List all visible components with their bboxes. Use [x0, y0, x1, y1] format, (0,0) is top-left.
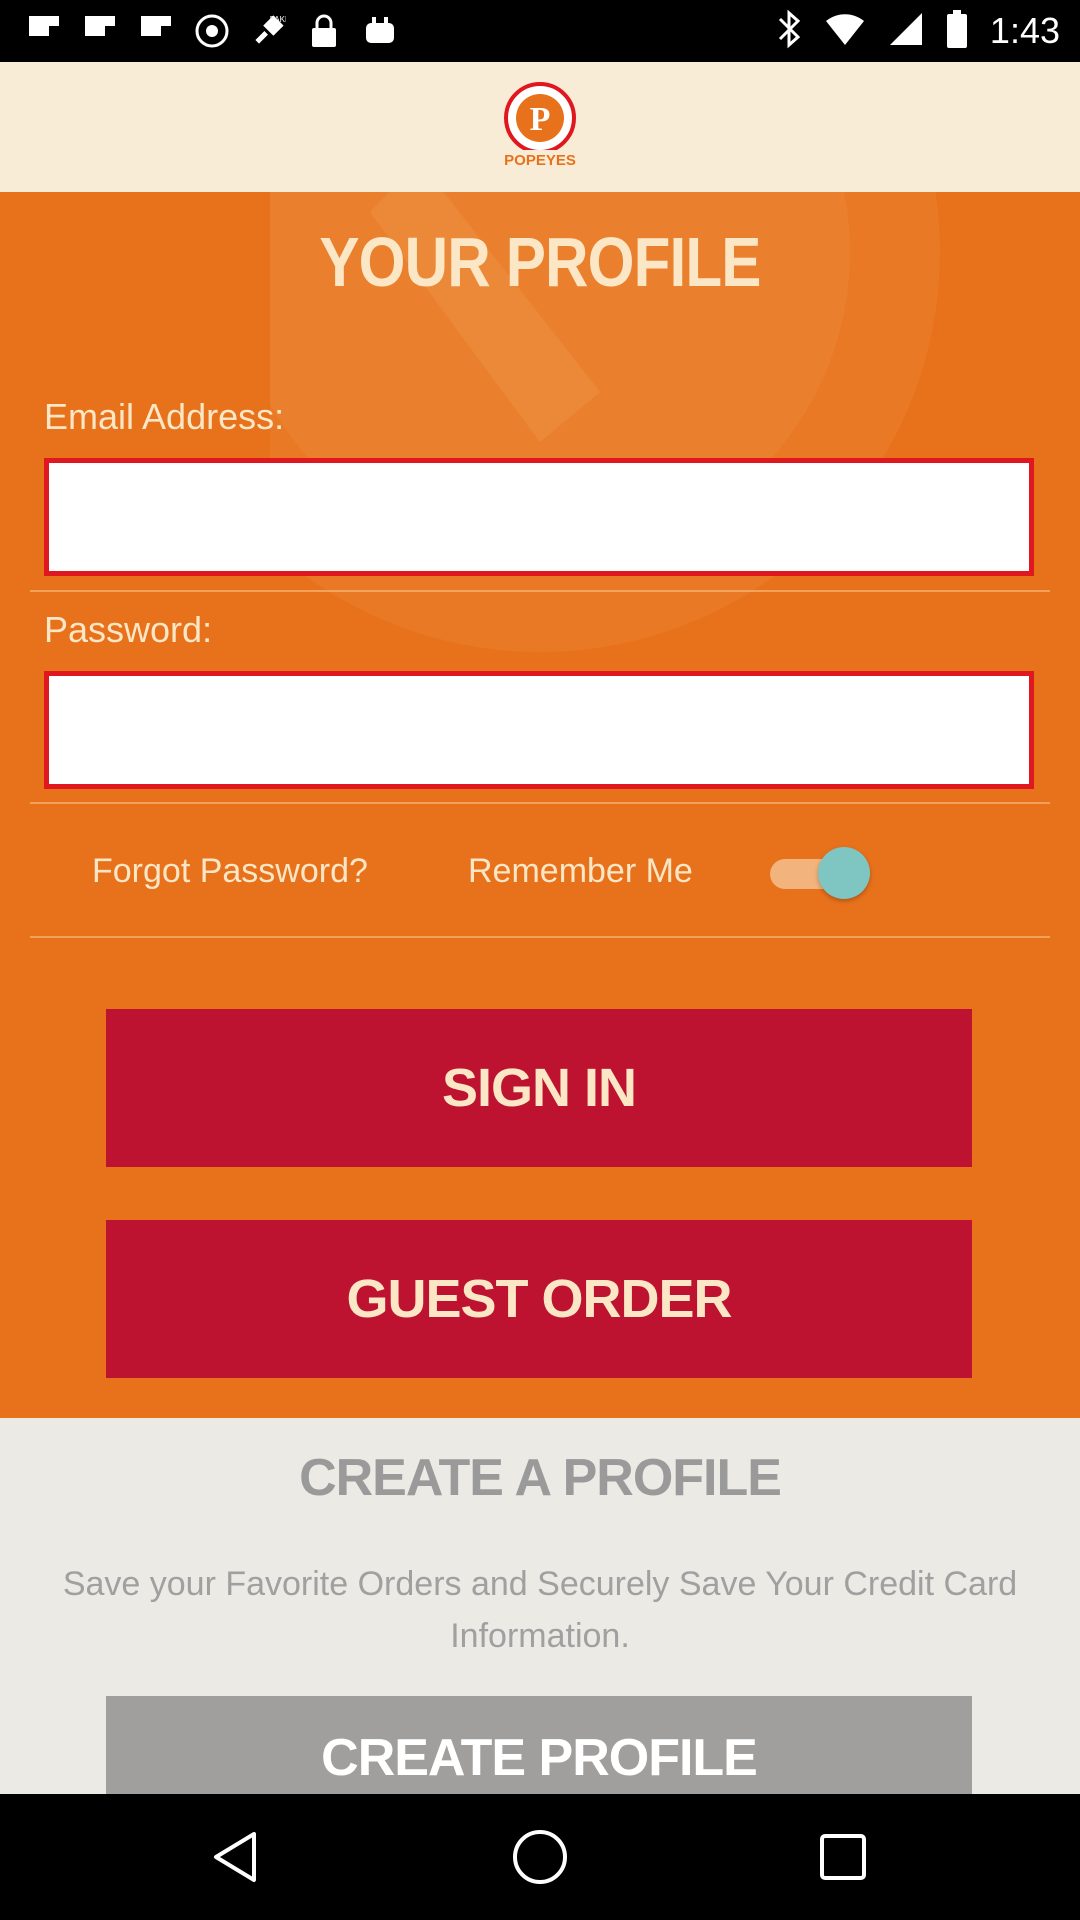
divider — [30, 936, 1050, 938]
wifi-icon — [824, 11, 866, 52]
sign-in-button[interactable]: SIGN IN — [106, 1009, 972, 1167]
create-profile-button[interactable]: CREATE PROFILE — [106, 1696, 972, 1794]
app-header: P POPEYES — [0, 62, 1080, 192]
status-icons-left: FAKE — [26, 10, 398, 52]
navigation-bar — [0, 1794, 1080, 1920]
guest-order-button[interactable]: GUEST ORDER — [106, 1220, 972, 1378]
sign-in-section: YOUR PROFILE Email Address: Password: Fo… — [0, 192, 1080, 1418]
email-field[interactable] — [44, 458, 1034, 576]
create-profile-section: CREATE A PROFILE Save your Favorite Orde… — [0, 1418, 1080, 1794]
password-label: Password: — [44, 609, 213, 650]
svg-text:POPEYES: POPEYES — [504, 152, 576, 169]
signal-icon — [888, 11, 924, 52]
home-icon[interactable] — [505, 1822, 575, 1892]
flipboard-icon — [26, 13, 62, 49]
popeyes-logo: P POPEYES — [498, 80, 582, 175]
flipboard-icon — [138, 13, 174, 49]
bluetooth-icon — [776, 9, 802, 54]
flipboard-icon — [82, 13, 118, 49]
svg-text:P: P — [530, 101, 551, 138]
status-bar: FAKE 1:43 — [0, 0, 1080, 62]
remember-me-toggle[interactable] — [766, 842, 876, 902]
lock-icon — [306, 13, 342, 49]
create-profile-title: CREATE A PROFILE — [299, 1449, 782, 1507]
sync-icon — [194, 13, 230, 49]
android-icon — [362, 13, 398, 49]
toggle-knob — [818, 847, 870, 899]
battery-icon — [946, 9, 968, 54]
email-label: Email Address: — [44, 396, 285, 437]
forgot-password-link[interactable]: Forgot Password? — [92, 852, 368, 891]
svg-text:FAKE: FAKE — [270, 15, 286, 24]
divider — [30, 802, 1050, 804]
fake-gps-icon: FAKE — [250, 13, 286, 49]
page-title: YOUR PROFILE — [319, 223, 761, 301]
status-icons-right: 1:43 — [776, 8, 1060, 54]
recents-icon[interactable] — [808, 1822, 878, 1892]
create-profile-description: Save your Favorite Orders and Securely S… — [62, 1565, 1018, 1655]
back-icon[interactable] — [200, 1822, 270, 1892]
remember-me-label: Remember Me — [468, 852, 693, 890]
divider — [30, 590, 1050, 592]
password-field[interactable] — [44, 671, 1034, 789]
status-time: 1:43 — [989, 10, 1060, 51]
